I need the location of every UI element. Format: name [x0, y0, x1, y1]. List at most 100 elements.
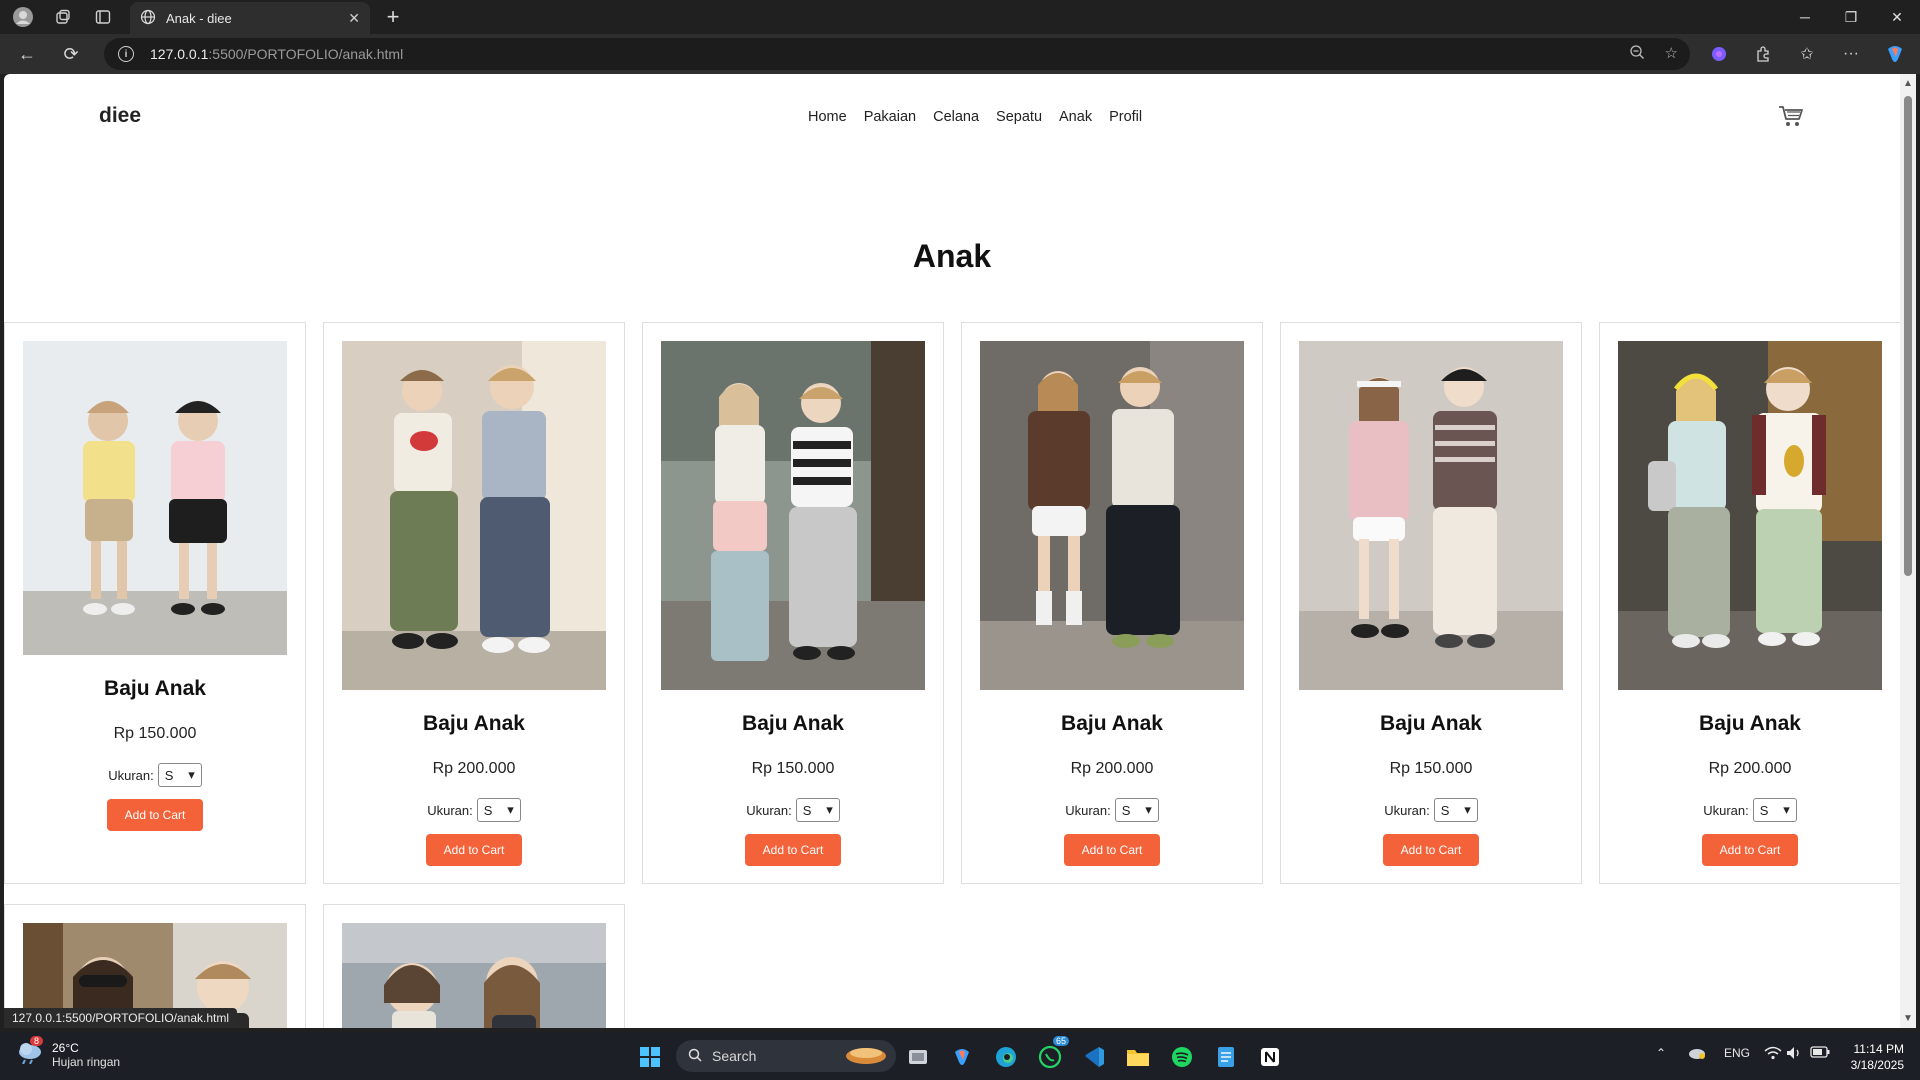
copilot-extension-icon[interactable]: [1707, 42, 1731, 66]
size-row: Ukuran: S ▾: [643, 798, 943, 822]
spotify-icon[interactable]: [1165, 1040, 1199, 1074]
search-label: Search: [712, 1048, 757, 1064]
chevron-down-icon: ▾: [1145, 802, 1152, 817]
add-to-cart-button[interactable]: Add to Cart: [745, 834, 841, 866]
taskbar-search-input[interactable]: Search: [676, 1040, 896, 1072]
nav-celana[interactable]: Celana: [933, 109, 979, 125]
tab-actions-icon[interactable]: [86, 5, 120, 29]
windows-start-icon[interactable]: [633, 1040, 667, 1074]
product-name: Baju Anak: [1380, 712, 1482, 735]
browser-tab-bar: Anak - diee ✕ + ─ ❐ ✕: [0, 0, 1920, 34]
new-tab-button[interactable]: +: [380, 4, 406, 30]
product-image[interactable]: [342, 923, 606, 1028]
whatsapp-icon[interactable]: 65: [1033, 1036, 1069, 1074]
nav-pakaian[interactable]: Pakaian: [864, 109, 916, 125]
edge-browser-icon[interactable]: [989, 1040, 1023, 1074]
system-clock[interactable]: 11:14 PM 3/18/2025: [1851, 1041, 1904, 1073]
battery-icon[interactable]: [1810, 1046, 1830, 1061]
minimize-button[interactable]: ─: [1782, 0, 1828, 34]
more-menu-icon[interactable]: ···: [1839, 42, 1863, 66]
page-title: Anak: [912, 238, 992, 274]
copilot-app-icon[interactable]: [945, 1040, 979, 1074]
nav-home[interactable]: Home: [808, 109, 847, 125]
vscode-icon[interactable]: [1077, 1040, 1111, 1074]
nav-profil[interactable]: Profil: [1109, 109, 1142, 125]
site-logo[interactable]: diee: [99, 104, 141, 128]
notion-icon[interactable]: [1253, 1040, 1287, 1074]
windows-taskbar: 8 26°C Hujan ringan Search 65 ⌃ ENG 11:1…: [0, 1032, 1920, 1080]
size-row: Ukuran: S ▾: [1600, 798, 1900, 822]
product-card: Baju Anak Rp 150.000 Ukuran: S ▾ Add to C…: [642, 322, 944, 884]
clock-date: 3/18/2025: [1850, 1058, 1904, 1072]
back-button[interactable]: ←: [12, 40, 42, 68]
size-label: Ukuran:: [1384, 802, 1430, 818]
search-highlight-icon: [844, 1044, 888, 1069]
product-price: Rp 200.000: [432, 760, 516, 777]
product-card: Baju Anak Rp 200.000 Ukuran: S ▾ Add to C…: [961, 322, 1263, 884]
size-select[interactable]: S ▾: [1752, 798, 1797, 822]
product-card: Baju Anak Rp 200.000 Ukuran: S ▾ Add to C…: [1599, 322, 1900, 884]
weather-widget[interactable]: 8 26°C Hujan ringan: [16, 1036, 120, 1069]
nav-anak[interactable]: Anak: [1059, 109, 1092, 125]
product-image[interactable]: [1618, 341, 1882, 690]
size-select[interactable]: S ▾: [1114, 798, 1159, 822]
nav-sepatu[interactable]: Sepatu: [996, 109, 1042, 125]
shopping-cart-icon[interactable]: [1778, 104, 1804, 128]
weather-rain-icon: 8: [16, 1036, 44, 1069]
product-price: Rp 200.000: [1708, 760, 1792, 777]
product-image[interactable]: [342, 341, 606, 690]
page-scrollbar[interactable]: ▲ ▼: [1900, 74, 1916, 1028]
chevron-down-icon: ▾: [188, 767, 195, 782]
product-image[interactable]: [980, 341, 1244, 690]
url-host: 127.0.0.1: [150, 46, 209, 62]
address-url[interactable]: 127.0.0.1:5500/PORTOFOLIO/anak.html: [150, 46, 403, 62]
task-view-icon[interactable]: [901, 1040, 935, 1074]
onedrive-icon[interactable]: [1688, 1046, 1706, 1063]
scroll-down-arrow-icon[interactable]: ▼: [1903, 1013, 1913, 1024]
url-path: :5500/PORTOFOLIO/anak.html: [208, 46, 404, 62]
tab-title: Anak - diee: [166, 10, 232, 26]
size-select[interactable]: S ▾: [476, 798, 521, 822]
chevron-down-icon: ▾: [507, 802, 514, 817]
size-label: Ukuran:: [1065, 802, 1111, 818]
size-select[interactable]: S ▾: [157, 763, 202, 787]
size-select[interactable]: S ▾: [1433, 798, 1478, 822]
refresh-button[interactable]: ⟳: [56, 40, 86, 68]
volume-icon[interactable]: [1786, 1046, 1802, 1063]
scrollbar-thumb[interactable]: [1904, 96, 1912, 576]
copilot-icon[interactable]: [1883, 42, 1907, 66]
language-indicator[interactable]: ENG: [1724, 1046, 1750, 1060]
scroll-up-arrow-icon[interactable]: ▲: [1903, 78, 1913, 89]
add-to-cart-button[interactable]: Add to Cart: [107, 799, 203, 831]
workspaces-icon[interactable]: [46, 5, 80, 29]
close-tab-icon[interactable]: ✕: [348, 10, 360, 27]
search-icon: [688, 1048, 702, 1065]
close-window-button[interactable]: ✕: [1874, 0, 1920, 34]
extensions-icon[interactable]: [1751, 42, 1775, 66]
add-to-cart-button[interactable]: Add to Cart: [1064, 834, 1160, 866]
add-to-cart-button[interactable]: Add to Cart: [1702, 834, 1798, 866]
restore-button[interactable]: ❐: [1828, 0, 1874, 34]
product-card: Baju Anak Rp 150.000 Ukuran: S ▾ Add to C…: [4, 322, 306, 884]
notepad-icon[interactable]: [1209, 1040, 1243, 1074]
show-hidden-icons-icon[interactable]: ⌃: [1656, 1046, 1666, 1060]
profile-avatar-icon[interactable]: [6, 5, 40, 29]
chevron-down-icon: ▾: [1464, 802, 1471, 817]
favorite-star-icon[interactable]: ☆: [1665, 44, 1678, 64]
zoom-out-icon[interactable]: [1629, 44, 1645, 64]
tab-active[interactable]: Anak - diee ✕: [130, 2, 370, 34]
add-to-cart-button[interactable]: Add to Cart: [426, 834, 522, 866]
product-image[interactable]: [661, 341, 925, 690]
wifi-icon[interactable]: [1764, 1046, 1782, 1063]
site-info-icon[interactable]: i: [118, 46, 134, 62]
clock-time: 11:14 PM: [1853, 1042, 1904, 1056]
file-explorer-icon[interactable]: [1121, 1040, 1155, 1074]
product-price: Rp 150.000: [751, 760, 835, 777]
site-header: diee Home Pakaian Celana Sepatu Anak Pro…: [4, 74, 1900, 160]
add-to-cart-button[interactable]: Add to Cart: [1383, 834, 1479, 866]
size-select[interactable]: S ▾: [795, 798, 840, 822]
favorites-icon[interactable]: ✩: [1795, 42, 1819, 66]
product-image[interactable]: [23, 341, 287, 655]
address-bar[interactable]: i 127.0.0.1:5500/PORTOFOLIO/anak.html ☆: [104, 38, 1690, 70]
product-image[interactable]: [1299, 341, 1563, 690]
